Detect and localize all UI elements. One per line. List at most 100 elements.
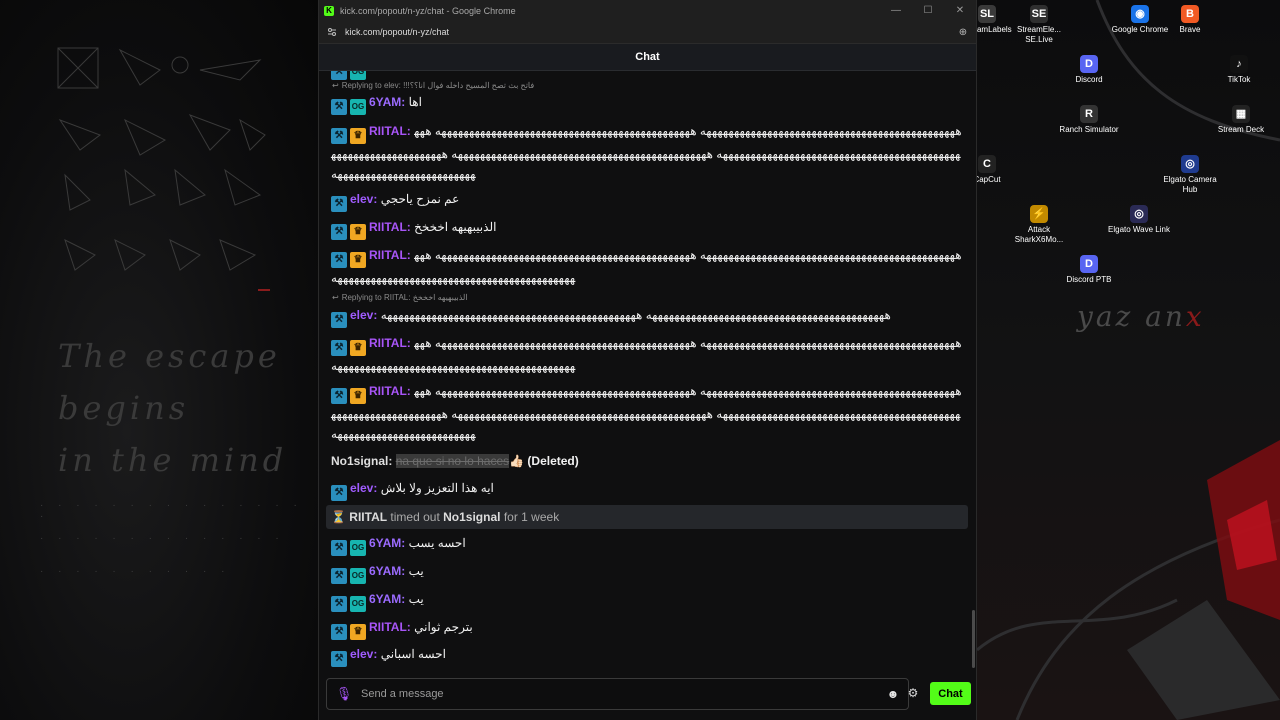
moderator-badge-icon: ⚒	[331, 651, 347, 667]
send-chat-button[interactable]: Chat	[930, 682, 971, 705]
crown-badge-icon: ♛	[350, 624, 366, 640]
tiktok-icon: ♪	[1230, 55, 1248, 73]
chat-input-container[interactable]: 🎙 ☻	[326, 678, 909, 710]
zoom-icon[interactable]: ⊕	[950, 27, 976, 38]
chat-username[interactable]: 6YAM	[369, 592, 401, 606]
url-text[interactable]: kick.com/popout/n-yz/chat	[345, 27, 950, 37]
moderator-badge-icon: ⚒	[331, 568, 347, 584]
moderator-badge-icon: ⚒	[331, 485, 347, 501]
moderator-badge-icon: ⚒	[331, 252, 347, 268]
moderator-badge-icon: ⚒	[331, 388, 347, 404]
window-title: kick.com/popout/n-yz/chat - Google Chrom…	[340, 5, 516, 16]
reply-context[interactable]: ↩ Replying to elev: !!!فاتح بث تصح المسيح…	[332, 81, 534, 91]
og-badge-icon: OG	[350, 99, 366, 115]
chat-message: ⚒ OG 6YAM: اها	[331, 92, 963, 115]
wallpaper-signature: yaz anx	[1077, 300, 1205, 333]
chat-username[interactable]: RIITAL	[369, 220, 407, 234]
chat-username[interactable]: elev	[350, 308, 373, 322]
desktop-icon-attack-shark[interactable]: ⚡ Attack SharkX6Mo...	[1004, 205, 1074, 245]
desktop-icon-discord[interactable]: D Discord	[1054, 55, 1124, 85]
desktop-icon-elgato-camera-hub[interactable]: ◎ Elgato Camera Hub	[1155, 155, 1225, 195]
chat-input[interactable]	[361, 688, 878, 700]
hourglass-icon: ⏳	[331, 510, 346, 524]
chat-username[interactable]: 6YAM	[369, 564, 401, 578]
moderator-badge-icon: ⚒	[331, 540, 347, 556]
emoji-picker-icon[interactable]: ☻	[878, 687, 908, 701]
moderator-badge-icon: ⚒	[331, 128, 347, 144]
chat-username[interactable]: RIITAL	[369, 384, 407, 398]
og-badge-icon: OG	[350, 568, 366, 584]
maximize-button[interactable]: ☐	[912, 5, 944, 16]
desktop-icon-discord-ptb[interactable]: D Discord PTB	[1054, 255, 1124, 285]
chat-message: ⚒ OG	[331, 71, 963, 80]
moderator-badge-icon: ⚒	[331, 312, 347, 328]
chat-message-text: هههههههههههههههههههههههههههههههههههههههه…	[331, 124, 962, 181]
brave-icon: B	[1181, 5, 1199, 23]
chat-message: ⚒ elev: ايه هذا التعزيز ولا بلاش	[331, 478, 963, 501]
desktop-icon-elgato-wave-link[interactable]: ◎ Elgato Wave Link	[1104, 205, 1174, 235]
chat-username[interactable]: 6YAM	[369, 95, 401, 109]
reply-arrow-icon: ↩	[332, 81, 339, 90]
kick-logo-icon: K	[324, 5, 334, 16]
timeout-target[interactable]: No1signal	[443, 510, 500, 524]
chat-message-text: احسه اسباني	[380, 647, 446, 661]
gear-icon[interactable]: ⚙	[906, 686, 920, 700]
reply-arrow-icon: ↩	[332, 293, 339, 302]
reply-context[interactable]: ↩ Replying to RIITAL: الذبيبهيهه اخخخخ	[332, 293, 468, 303]
wallpaper-quote: The escape begins in the mind	[58, 330, 287, 486]
chat-message-text: يب	[408, 564, 424, 578]
chat-username[interactable]: 6YAM	[369, 536, 401, 550]
crown-badge-icon: ♛	[350, 128, 366, 144]
chrome-icon: ◉	[1131, 5, 1149, 23]
chat-header-title: Chat	[319, 44, 976, 71]
chat-message-text: احسه يسب	[408, 536, 466, 550]
desktop-icon-ranch-simulator[interactable]: R Ranch Simulator	[1054, 105, 1124, 135]
crown-badge-icon: ♛	[350, 388, 366, 404]
close-button[interactable]: ✕	[944, 5, 976, 16]
desktop-icon-streamelements[interactable]: SE StreamEle... SE.Live	[1004, 5, 1074, 45]
desktop-icon-tiktok[interactable]: ♪ TikTok	[1204, 55, 1274, 85]
moderator-badge-icon: ⚒	[331, 224, 347, 240]
desktop-icon-stream-deck[interactable]: ▦ Stream Deck	[1206, 105, 1276, 135]
desktop-wallpaper-right: yaz anx SL StreamLabels SE StreamEle... …	[977, 0, 1280, 720]
origami-sketch-art	[57, 47, 270, 291]
chat-message-list[interactable]: ⚒ OG ↩ Replying to elev: !!!فاتح بث تصح ال…	[319, 71, 976, 671]
window-titlebar: K kick.com/popout/n-yz/chat - Google Chr…	[319, 0, 976, 21]
chat-username[interactable]: elev	[350, 481, 373, 495]
chat-message-text: يب	[408, 592, 424, 606]
stream-deck-icon: ▦	[1232, 105, 1250, 123]
chat-username[interactable]: RIITAL	[369, 336, 407, 350]
chat-username[interactable]: RIITAL	[369, 620, 407, 634]
timeout-moderator[interactable]: RIITAL	[349, 510, 387, 524]
chat-message-deleted: No1signal: na que si no lo haces👍🏻 (Dele…	[331, 454, 579, 468]
minimize-button[interactable]: —	[880, 5, 912, 16]
wallpaper-dots: · · · · · · · · · · · · · · · · · · · · ·…	[40, 500, 303, 577]
attack-shark-icon: ⚡	[1030, 205, 1048, 223]
microphone-icon[interactable]: 🎙	[327, 686, 361, 702]
ranch-simulator-icon: R	[1080, 105, 1098, 123]
chat-message: ⚒ OG 6YAM: يب	[331, 589, 963, 612]
chat-message-text: هههههههههههههههههههههههههههههههههههههههه…	[331, 248, 962, 285]
chat-username[interactable]: elev	[350, 647, 373, 661]
chat-message: ⚒ ♛ RIITAL: هههههههههههههههههههههههههههههه…	[331, 336, 962, 373]
deleted-tag: (Deleted)	[527, 454, 579, 468]
site-settings-icon[interactable]	[327, 27, 337, 37]
crown-badge-icon: ♛	[350, 224, 366, 240]
chat-username[interactable]: elev	[350, 192, 373, 206]
chat-scrollbar[interactable]	[972, 610, 975, 668]
chat-message-text: الذبيبهيهه اخخخخ	[414, 220, 497, 234]
chat-username[interactable]: No1signal	[331, 454, 388, 468]
chat-username[interactable]: RIITAL	[369, 124, 407, 138]
moderator-badge-icon: ⚒	[331, 624, 347, 640]
desktop-icon-capcut[interactable]: C CapCut	[977, 155, 1022, 185]
chat-message: ⚒ elev: احسه اسباني	[331, 644, 963, 667]
og-badge-icon: OG	[350, 71, 366, 80]
address-bar[interactable]: kick.com/popout/n-yz/chat ⊕	[319, 21, 976, 44]
moderator-badge-icon: ⚒	[331, 71, 347, 80]
moderator-badge-icon: ⚒	[331, 99, 347, 115]
chat-message: ⚒ ♛ RIITAL: هههههههههههههههههههههههههههههه…	[331, 384, 962, 441]
chat-message-text: هههههههههههههههههههههههههههههههههههههههه…	[380, 308, 891, 322]
desktop-icon-brave[interactable]: B Brave	[1155, 5, 1225, 35]
chat-username[interactable]: RIITAL	[369, 248, 407, 262]
chat-message: ⚒ ♛ RIITAL: بترجم ثواني	[331, 617, 963, 640]
